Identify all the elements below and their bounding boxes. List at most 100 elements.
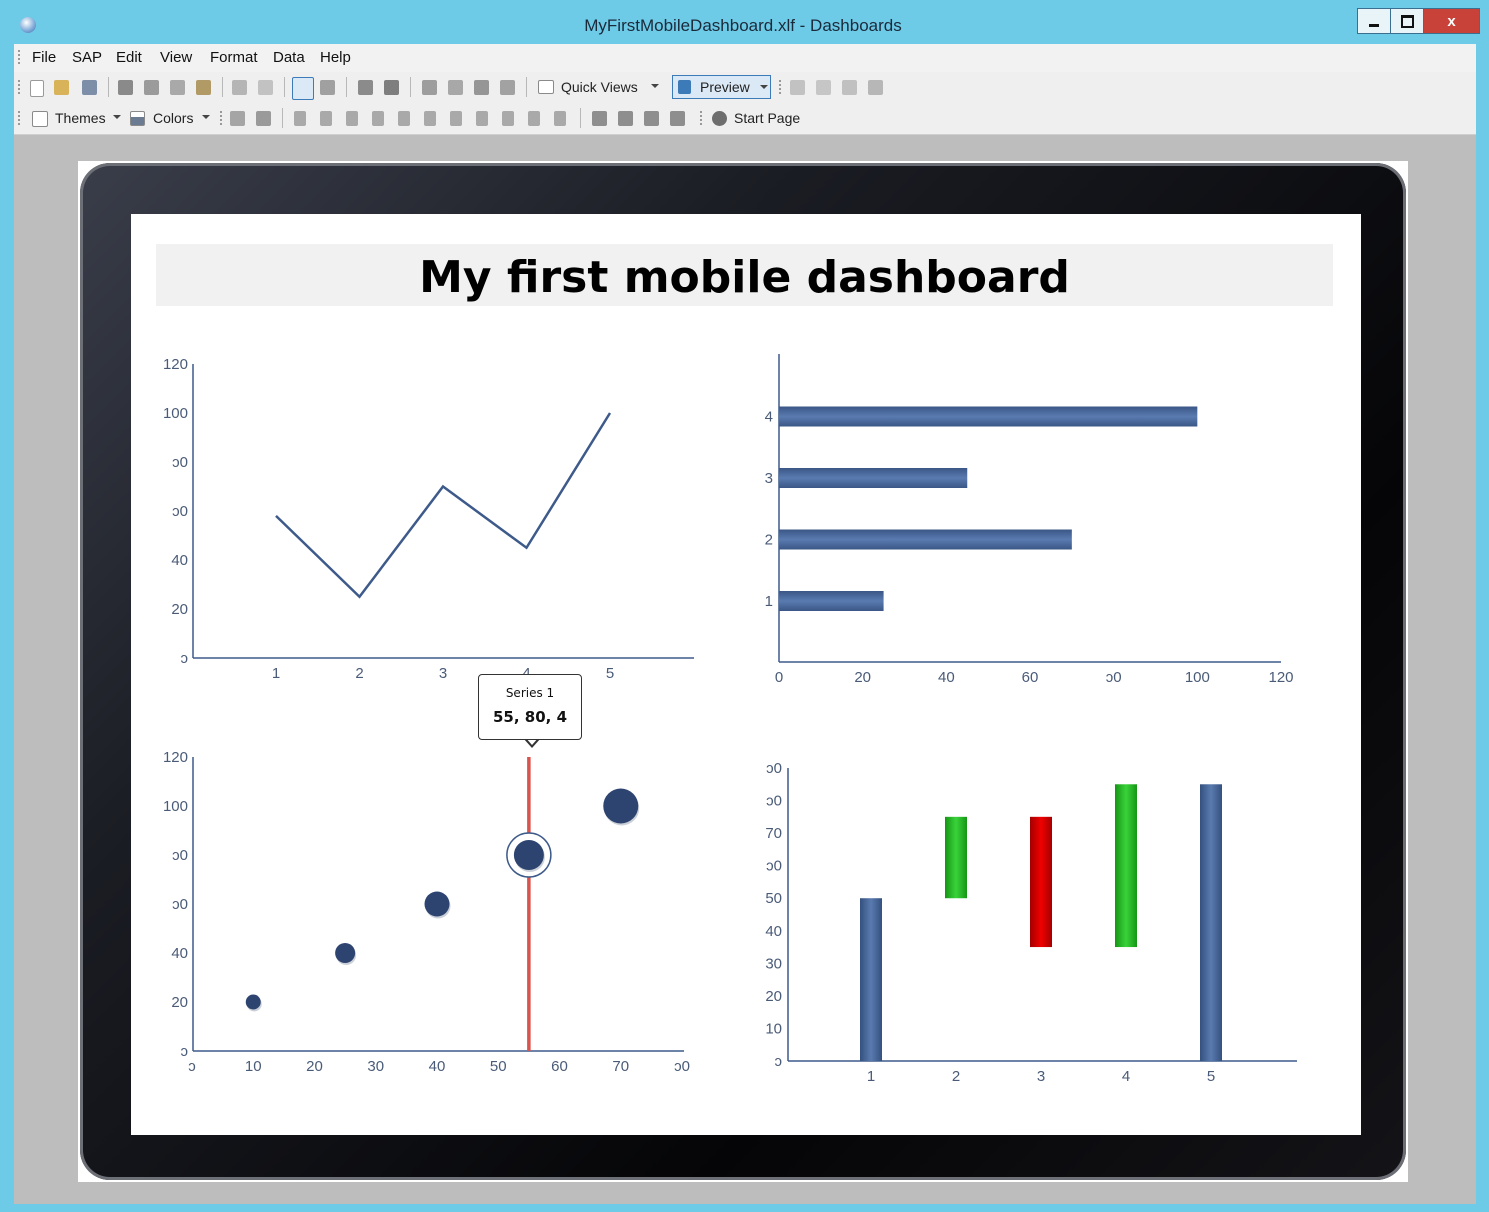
group-icon[interactable]: [422, 80, 437, 95]
menu-help[interactable]: Help: [320, 49, 351, 66]
menu-file[interactable]: File: [32, 49, 56, 66]
save-icon[interactable]: [82, 80, 97, 95]
copy-icon[interactable]: [170, 80, 185, 95]
distribute-horizontal-icon[interactable]: [450, 111, 462, 126]
send-to-back-icon[interactable]: [618, 111, 633, 126]
align-top-icon[interactable]: [372, 111, 384, 126]
standard-toolbar: Quick Views Preview: [14, 72, 1476, 103]
print-icon[interactable]: [118, 80, 133, 95]
waterfall-bar: [1115, 784, 1137, 948]
waterfall-bar: [860, 898, 882, 1061]
menu-data[interactable]: Data: [273, 49, 305, 66]
waterfall-x-tick-label: 4: [1122, 1068, 1130, 1085]
distribute-vertical-icon[interactable]: [476, 111, 488, 126]
toolbar-grip[interactable]: [700, 111, 702, 127]
scatter-chart-y-tick-label: ↄ0: [172, 847, 188, 864]
align-center-icon[interactable]: [320, 111, 332, 126]
bring-to-front-icon[interactable]: [592, 111, 607, 126]
bar-chart-y-tick-label: 3: [765, 470, 773, 487]
quick-views-icon[interactable]: [538, 80, 554, 94]
open-icon[interactable]: [54, 80, 69, 95]
line-chart-y-tick-label: 100: [163, 405, 188, 422]
quick-views-button[interactable]: Quick Views: [561, 79, 638, 95]
snap-grid-icon[interactable]: [256, 111, 271, 126]
colors-icon[interactable]: [130, 111, 145, 126]
dashboard-screen[interactable]: My first mobile dashboard ↄ 20 40 ↄ0 ↄ0 100 12…: [131, 214, 1361, 1135]
tablet-canvas[interactable]: My first mobile dashboard ↄ 20 40 ↄ0 ↄ0 100 12…: [78, 161, 1408, 1182]
scatter-chart-x-tick-label: 10: [245, 1058, 262, 1075]
scatter-point: [335, 943, 356, 963]
scatter-point: [513, 840, 544, 870]
line-chart-y-tick-label: ↄ0: [172, 503, 188, 520]
toolbar-grip[interactable]: [18, 111, 20, 127]
start-page-button[interactable]: Start Page: [734, 110, 800, 126]
preview-label: Preview: [700, 79, 750, 95]
mobile-sync-icon[interactable]: [842, 80, 857, 95]
menu-format[interactable]: Format: [210, 49, 258, 66]
menu-grip[interactable]: [18, 50, 20, 66]
same-width-icon[interactable]: [502, 111, 514, 126]
menu-edit[interactable]: Edit: [116, 49, 142, 66]
toolbar-separator: [410, 77, 411, 97]
toolbar-grip[interactable]: [779, 80, 781, 96]
align-middle-icon[interactable]: [398, 111, 410, 126]
waterfall-y-tick-label: 40: [765, 923, 782, 940]
hide-icon[interactable]: [500, 80, 515, 95]
bar-chart-x-tick-label: 120: [1268, 669, 1293, 686]
waterfall-x-tick-label: 3: [1037, 1068, 1045, 1085]
new-icon[interactable]: [30, 80, 44, 97]
same-size-icon[interactable]: [554, 111, 566, 126]
toolbar-grip[interactable]: [18, 80, 20, 96]
toolbar-separator: [580, 108, 581, 128]
line-chart-y-tick-label: 40: [171, 552, 188, 569]
toolbar-grip[interactable]: [220, 111, 222, 127]
chevron-down-icon[interactable]: [202, 115, 210, 119]
bring-forward-icon[interactable]: [644, 111, 659, 126]
redo-icon[interactable]: [258, 80, 273, 95]
undo-icon[interactable]: [232, 80, 247, 95]
menu-view[interactable]: View: [160, 49, 192, 66]
align-bottom-icon[interactable]: [424, 111, 436, 126]
export-icon[interactable]: [358, 80, 373, 95]
paste-icon[interactable]: [196, 80, 211, 95]
select-pointer-icon[interactable]: [292, 77, 314, 100]
scatter-chart-x-tick-label: 40: [429, 1058, 446, 1075]
toolbar-separator: [108, 77, 109, 97]
colors-button[interactable]: Colors: [153, 110, 193, 126]
align-grid-icon[interactable]: [230, 111, 245, 126]
ungroup-icon[interactable]: [448, 80, 463, 95]
waterfall-x-tick-label: 2: [952, 1068, 960, 1085]
mobile-compat-icon[interactable]: [868, 80, 883, 95]
line-chart-y-tick-label: ↄ0: [172, 454, 188, 471]
mobile-preview-icon[interactable]: [790, 80, 805, 95]
scatter-chart-x-tick-label: 30: [367, 1058, 384, 1075]
themes-button[interactable]: Themes: [55, 110, 106, 126]
maximize-button[interactable]: [1390, 8, 1424, 34]
start-page-icon[interactable]: [712, 111, 727, 126]
window-title: MyFirstMobileDashboard.xlf - Dashboards: [584, 16, 902, 35]
send-backward-icon[interactable]: [670, 111, 685, 126]
waterfall-bar: [945, 816, 967, 899]
scatter-chart-y-tick-label: ↄ0: [172, 896, 188, 913]
waterfall-y-tick-label: ↄ: [775, 1053, 783, 1070]
mobile-publish-icon[interactable]: [816, 80, 831, 95]
themes-icon[interactable]: [32, 111, 48, 127]
crosshair-icon[interactable]: [320, 80, 335, 95]
design-canvas[interactable]: My first mobile dashboard ↄ 20 40 ↄ0 ↄ0 100 12…: [14, 135, 1476, 1204]
chevron-down-icon[interactable]: [113, 115, 121, 119]
lock-icon[interactable]: [474, 80, 489, 95]
close-button[interactable]: x: [1423, 8, 1480, 34]
preview-button[interactable]: Preview: [672, 75, 771, 99]
menu-sap[interactable]: SAP: [72, 49, 102, 66]
publish-icon[interactable]: [384, 80, 399, 95]
minimize-button[interactable]: [1357, 8, 1391, 34]
waterfall-y-tick-label: 10: [765, 1020, 782, 1037]
preview-icon: [678, 80, 691, 94]
toolbar-separator: [282, 108, 283, 128]
chevron-down-icon[interactable]: [651, 84, 659, 88]
cut-icon[interactable]: [144, 80, 159, 95]
same-height-icon[interactable]: [528, 111, 540, 126]
align-left-icon[interactable]: [294, 111, 306, 126]
bar-chart-x-tick-label: 40: [938, 669, 955, 686]
align-right-icon[interactable]: [346, 111, 358, 126]
